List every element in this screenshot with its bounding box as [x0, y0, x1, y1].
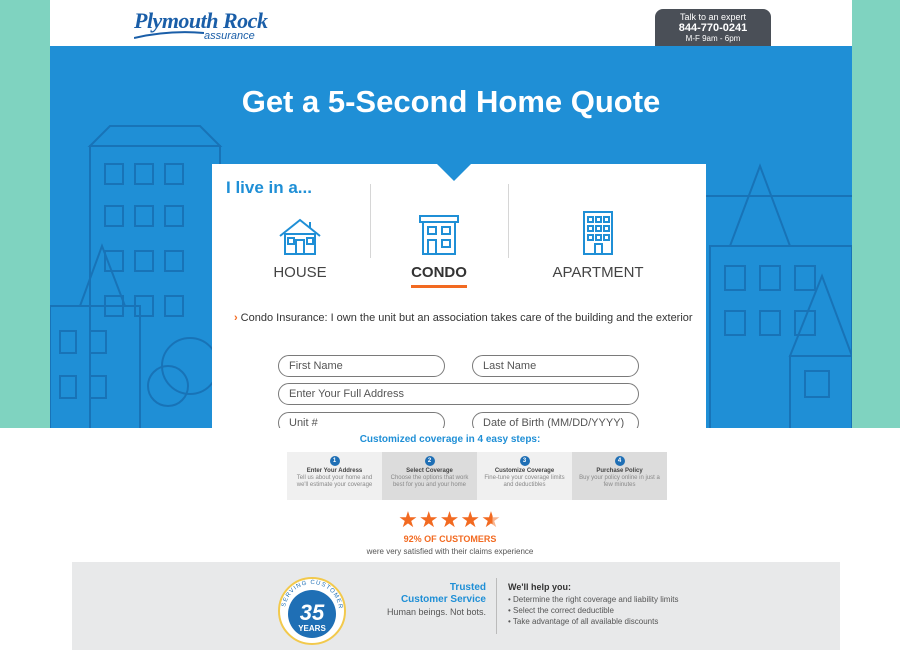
step-item: 1 Enter Your Address Tell us about your … [287, 452, 382, 500]
star-icon: ★ [460, 507, 482, 532]
badge-unit: YEARS [298, 624, 326, 633]
trusted-line-2: Customer Service [400, 594, 486, 605]
step-number: 4 [614, 456, 625, 466]
logo-subtext: assurance [204, 30, 255, 42]
star-icon: ★ [418, 507, 440, 532]
unit-field[interactable] [278, 412, 445, 428]
step-desc: Buy your policy online in just a few min… [579, 475, 660, 488]
talk-to-expert-box[interactable]: Talk to an expert 844-770-0241 M-F 9am -… [655, 9, 771, 47]
step-desc: Fine-tune your coverage limits and deduc… [484, 475, 565, 488]
option-label: HOUSE [273, 264, 327, 281]
step-number: 1 [329, 456, 340, 466]
description-text: Condo Insurance: I own the unit but an a… [240, 312, 693, 324]
step-title: Purchase Policy [596, 468, 643, 474]
logo-swoosh-icon [134, 31, 204, 39]
step-number: 3 [519, 456, 530, 466]
half-star-icon: ★ [481, 507, 502, 532]
human-tagline: Human beings. Not bots. [386, 607, 486, 617]
trust-band: SERVING CUSTOMERS FOR OVER 35 YEARS Trus… [72, 562, 840, 650]
satisfaction-sub: were very satisfied with their claims ex… [366, 547, 534, 556]
star-icon: ★ [398, 507, 419, 532]
steps-strip: 1 Enter Your Address Tell us about your … [287, 452, 667, 500]
step-item: 3 Customize Coverage Fine-tune your cove… [477, 452, 572, 500]
selected-underline [411, 285, 467, 288]
header: Plymouth Rock assurance Talk to an exper… [50, 0, 852, 47]
condo-icon [419, 215, 459, 255]
coverage-description: › Condo Insurance: I own the unit but an … [234, 312, 693, 324]
help-list: Determine the right coverage and liabili… [508, 594, 679, 627]
step-item: 4 Purchase Policy Buy your policy online… [572, 452, 667, 500]
page-title: Get a 5-Second Home Quote [241, 84, 661, 119]
expert-label: Talk to an expert [679, 12, 747, 22]
step-desc: Choose the options that work best for yo… [390, 475, 469, 488]
badge-number: 35 [300, 600, 325, 625]
star-rating: ★★★★★ [0, 509, 900, 531]
option-house[interactable]: HOUSE [240, 210, 360, 281]
dob-field[interactable] [472, 412, 639, 428]
plymouth-rock-logo[interactable]: Plymouth Rock assurance [134, 8, 274, 42]
help-item: Take advantage of all available discount… [508, 616, 678, 627]
step-title: Enter Your Address [306, 468, 363, 474]
house-icon [279, 218, 321, 255]
option-condo[interactable]: CONDO [379, 210, 499, 288]
option-label: CONDO [411, 264, 467, 281]
apartment-icon [583, 211, 613, 255]
step-number: 2 [424, 456, 435, 466]
step-title: Select Coverage [406, 468, 453, 474]
trust-divider [496, 578, 497, 634]
selector-heading: I live in a... [226, 178, 312, 197]
quote-card: I live in a... HOUSE CONDO APARTMENT › C… [212, 164, 706, 428]
last-name-field[interactable] [472, 355, 639, 377]
trusted-line-1: Trusted [449, 582, 486, 593]
35-years-badge: SERVING CUSTOMERS FOR OVER 35 YEARS [277, 576, 346, 645]
hero: Get a 5-Second Home Quote I live in a... [50, 46, 852, 428]
step-title: Customize Coverage [494, 468, 555, 474]
satisfaction-headline: 92% OF CUSTOMERS [403, 534, 497, 544]
option-divider [370, 184, 371, 258]
option-label: APARTMENT [552, 264, 644, 281]
trusted-heading: Trusted Customer Service [352, 582, 486, 606]
address-field[interactable] [278, 383, 639, 405]
expert-phone[interactable]: 844-770-0241 [655, 22, 771, 34]
help-item: Select the correct deductible [508, 605, 678, 616]
first-name-field[interactable] [278, 355, 445, 377]
card-notch [436, 163, 472, 181]
steps-title: Customized coverage in 4 easy steps: [359, 434, 541, 445]
help-item: Determine the right coverage and liabili… [508, 594, 678, 605]
chevron-right-icon: › [234, 312, 238, 324]
step-desc: Tell us about your home and we'll estima… [296, 475, 373, 488]
help-heading: We'll help you: [508, 582, 571, 592]
step-item: 2 Select Coverage Choose the options tha… [382, 452, 477, 500]
option-apartment[interactable]: APARTMENT [538, 210, 658, 281]
star-icon: ★ [439, 507, 461, 532]
option-divider [508, 184, 509, 258]
expert-hours: M-F 9am - 6pm [685, 34, 741, 43]
